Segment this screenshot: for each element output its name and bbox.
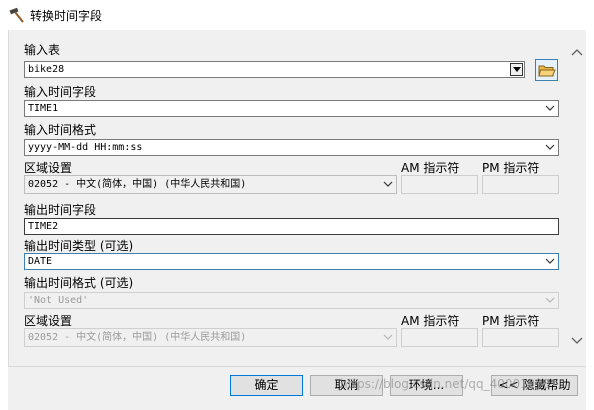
ok-button[interactable]: 确定 bbox=[230, 375, 303, 396]
output-time-field-input[interactable]: TIME2 bbox=[24, 218, 559, 235]
am-indicator-input[interactable] bbox=[401, 328, 478, 347]
input-table-label: 输入表 bbox=[24, 43, 61, 57]
input-time-format-select[interactable]: yyyy-MM-dd HH:mm:ss bbox=[24, 139, 559, 156]
am-indicator-label: AM 指示符 bbox=[401, 314, 460, 328]
input-time-field-value: TIME1 bbox=[28, 103, 59, 114]
chevron-down-icon bbox=[545, 258, 555, 264]
chevron-down-icon bbox=[545, 144, 555, 150]
am-indicator-label: AM 指示符 bbox=[401, 161, 460, 175]
input-time-field-select[interactable]: TIME1 bbox=[24, 100, 559, 117]
triangle-down-icon bbox=[513, 67, 521, 72]
input-table-value: bike28 bbox=[28, 64, 65, 75]
pm-indicator-label: PM 指示符 bbox=[482, 161, 540, 175]
browse-button[interactable] bbox=[535, 59, 558, 81]
output-time-format-value: 'Not Used' bbox=[28, 295, 89, 306]
window-border bbox=[586, 30, 594, 409]
locale-select[interactable]: 02052 - 中文(简体，中国) (中华人民共和国) bbox=[24, 175, 397, 194]
watermark: https://blog.csdn.net/qq_40001298 bbox=[340, 377, 551, 391]
input-time-format-label: 输入时间格式 bbox=[24, 123, 97, 137]
chevron-down-icon bbox=[383, 181, 393, 187]
locale-label: 区域设置 bbox=[24, 161, 73, 175]
output-time-type-label: 输出时间类型 (可选) bbox=[24, 239, 134, 253]
pm-indicator-input[interactable] bbox=[482, 328, 559, 347]
chevron-down-icon bbox=[545, 297, 555, 303]
input-time-field-label: 输入时间字段 bbox=[24, 85, 97, 99]
output-time-field-value: TIME2 bbox=[28, 221, 59, 232]
chevron-down-icon bbox=[383, 334, 393, 340]
output-time-type-value: DATE bbox=[28, 256, 53, 267]
output-time-format-select[interactable]: 'Not Used' bbox=[24, 292, 559, 309]
locale-select[interactable]: 02052 - 中文(简体，中国) (中华人民共和国) bbox=[24, 328, 397, 347]
output-time-type-select[interactable]: DATE bbox=[24, 253, 559, 270]
window-title: 转换时间字段 bbox=[30, 9, 103, 23]
scroll-up-icon[interactable] bbox=[568, 46, 586, 60]
open-folder-icon bbox=[538, 65, 556, 77]
output-time-field-label: 输出时间字段 bbox=[24, 203, 97, 217]
input-table-dropdown-button[interactable] bbox=[510, 63, 523, 76]
output-time-format-label: 输出时间格式 (可选) bbox=[24, 276, 134, 290]
input-table-combobox[interactable]: bike28 bbox=[24, 61, 525, 78]
hammer-icon bbox=[9, 7, 24, 23]
locale-value: 02052 - 中文(简体，中国) (中华人民共和国) bbox=[28, 179, 247, 190]
title-bar: 转换时间字段 bbox=[0, 0, 594, 30]
locale-label: 区域设置 bbox=[24, 314, 73, 328]
locale-value: 02052 - 中文(简体，中国) (中华人民共和国) bbox=[28, 332, 247, 343]
chevron-down-icon bbox=[545, 105, 555, 111]
am-indicator-input[interactable] bbox=[401, 175, 478, 194]
scroll-down-icon[interactable] bbox=[568, 333, 586, 347]
pm-indicator-input[interactable] bbox=[482, 175, 559, 194]
input-time-format-value: yyyy-MM-dd HH:mm:ss bbox=[28, 142, 143, 153]
pm-indicator-label: PM 指示符 bbox=[482, 314, 540, 328]
